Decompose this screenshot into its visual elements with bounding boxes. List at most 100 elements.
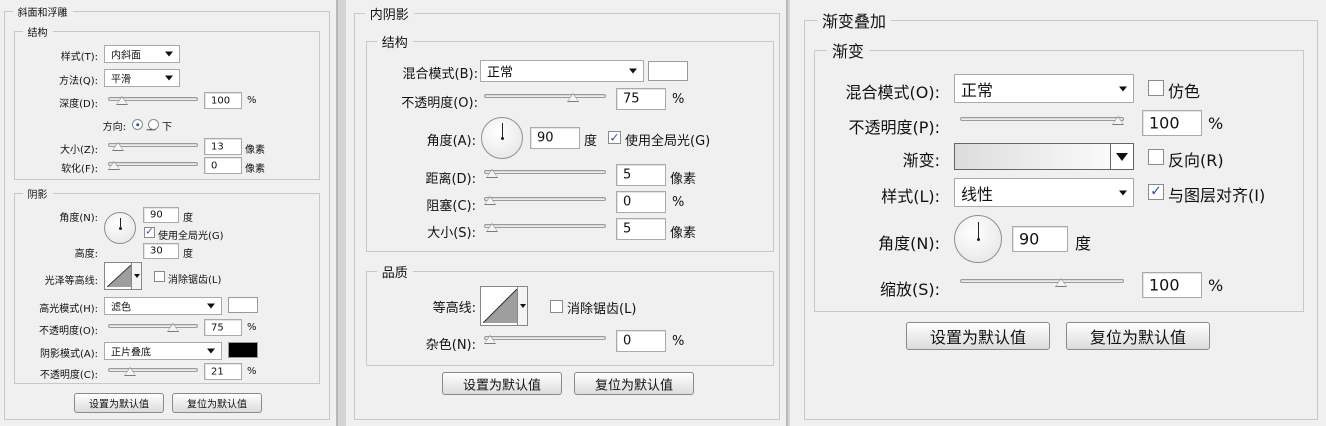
chevron-down-icon — [165, 51, 173, 57]
highlight-mode-select[interactable]: 滤色 — [104, 297, 222, 315]
is-contour-picker[interactable] — [480, 286, 528, 326]
is-distance-label: 距离(D): — [425, 172, 476, 187]
direction-down-label: 下 — [162, 122, 172, 133]
reverse-checkbox[interactable] — [1148, 149, 1164, 165]
shadow-opacity-value: 21 — [211, 366, 224, 377]
depth-unit: % — [247, 95, 257, 106]
contour-curve-icon — [483, 289, 517, 323]
is-make-default-button[interactable]: 设置为默认值 — [442, 372, 562, 395]
reverse-label: 反向(R) — [1168, 151, 1224, 170]
is-opacity-slider[interactable] — [484, 94, 606, 98]
gradient-overlay-panel: 渐变叠加 渐变 混合模式(O): 正常 仿色 不透明度(P): 100 % 渐变… — [790, 0, 1326, 426]
go-style-select[interactable]: 线性 — [954, 178, 1134, 207]
chevron-down-icon — [207, 348, 215, 354]
gloss-contour-picker[interactable] — [104, 262, 142, 290]
highlight-opacity-unit: % — [247, 322, 257, 333]
checkmark-icon: ✓ — [1150, 183, 1162, 200]
is-quality-legend: 品质 — [381, 266, 408, 281]
is-reset-default-button[interactable]: 复位为默认值 — [574, 372, 694, 395]
shadow-color-swatch[interactable] — [228, 342, 258, 358]
is-distance-unit: 像素 — [670, 172, 697, 187]
scale-label: 缩放(S): — [879, 280, 940, 299]
depth-input[interactable]: 100 — [204, 92, 242, 109]
dither-checkbox[interactable] — [1148, 80, 1164, 96]
go-opacity-slider[interactable] — [960, 117, 1124, 121]
soften-input[interactable]: 0 — [204, 157, 242, 174]
is-opacity-label: 不透明度(O): — [401, 96, 478, 111]
reset-default-button[interactable]: 复位为默认值 — [172, 393, 262, 413]
gradient-legend: 渐变 — [832, 42, 865, 61]
is-global-light-label: 使用全局光(G) — [625, 134, 711, 149]
checkmark-icon: ✓ — [145, 226, 154, 237]
go-reset-default-button[interactable]: 复位为默认值 — [1066, 322, 1210, 350]
style-select[interactable]: 内斜面 — [104, 45, 180, 63]
shading-antialias-checkbox[interactable] — [154, 271, 165, 282]
is-size-slider[interactable] — [484, 224, 606, 228]
is-noise-input[interactable]: 0 — [616, 330, 666, 352]
shadow-mode-select[interactable]: 正片叠底 — [104, 342, 222, 360]
go-angle-unit: 度 — [1075, 234, 1092, 253]
shadow-opacity-slider[interactable] — [108, 368, 198, 372]
global-light-checkbox[interactable]: ✓ — [144, 227, 155, 238]
chevron-down-icon — [165, 75, 173, 81]
angle-dial[interactable] — [104, 212, 136, 244]
scale-slider[interactable] — [960, 279, 1124, 283]
is-noise-value: 0 — [623, 333, 632, 349]
is-blend-value: 正常 — [487, 65, 514, 81]
gradient-overlay-title: 渐变叠加 — [822, 12, 887, 31]
go-make-default-label: 设置为默认值 — [929, 328, 1026, 347]
go-blend-select[interactable]: 正常 — [954, 74, 1134, 103]
scale-value: 100 — [1149, 275, 1180, 295]
gradient-picker[interactable] — [954, 143, 1134, 170]
chevron-down-icon — [1119, 190, 1127, 195]
is-opacity-unit: % — [672, 92, 685, 107]
is-noise-slider[interactable] — [484, 336, 606, 340]
is-distance-input[interactable]: 5 — [616, 164, 666, 186]
is-color-swatch[interactable] — [648, 61, 688, 81]
is-blend-select[interactable]: 正常 — [480, 60, 644, 82]
chevron-down-icon — [1110, 144, 1133, 169]
is-angle-dial[interactable] — [481, 117, 523, 159]
highlight-opacity-slider[interactable] — [108, 324, 198, 328]
highlight-opacity-input[interactable]: 75 — [204, 319, 242, 336]
direction-up-radio[interactable] — [132, 119, 143, 130]
shading-angle-input[interactable]: 90 — [143, 207, 179, 223]
align-layer-checkbox[interactable]: ✓ — [1148, 184, 1164, 200]
go-angle-input[interactable]: 90 — [1012, 226, 1068, 252]
highlight-color-swatch[interactable] — [228, 297, 258, 313]
is-choke-input[interactable]: 0 — [616, 191, 666, 213]
soften-slider[interactable] — [108, 162, 198, 166]
altitude-input[interactable]: 30 — [143, 243, 179, 259]
is-angle-input[interactable]: 90 — [530, 127, 580, 149]
scale-input[interactable]: 100 — [1142, 272, 1202, 298]
is-distance-slider[interactable] — [484, 170, 606, 174]
size-input[interactable]: 13 — [204, 138, 242, 155]
direction-down-radio[interactable] — [148, 119, 159, 130]
altitude-unit: 度 — [183, 249, 193, 260]
is-antialias-label: 消除锯齿(L) — [567, 302, 637, 317]
chevron-down-icon — [629, 68, 637, 74]
go-opacity-input[interactable]: 100 — [1142, 110, 1202, 136]
go-make-default-button[interactable]: 设置为默认值 — [906, 322, 1050, 350]
is-antialias-checkbox[interactable] — [550, 300, 563, 313]
is-choke-slider[interactable] — [484, 197, 606, 201]
is-opacity-input[interactable]: 75 — [616, 88, 666, 110]
is-noise-unit: % — [672, 334, 685, 349]
bevel-emboss-panel: 斜面和浮雕 结构 样式(T): 内斜面 方法(Q): 平滑 深度(D): 100… — [0, 0, 338, 426]
make-default-button[interactable]: 设置为默认值 — [74, 393, 164, 413]
soften-value: 0 — [211, 160, 218, 171]
highlight-opacity-label: 不透明度(O): — [38, 326, 98, 337]
chevron-down-icon — [1119, 86, 1127, 91]
is-noise-label: 杂色(N): — [425, 338, 476, 353]
is-choke-value: 0 — [623, 194, 632, 210]
go-angle-dial[interactable] — [954, 215, 1002, 263]
highlight-opacity-value: 75 — [211, 322, 224, 333]
shadow-opacity-input[interactable]: 21 — [204, 363, 242, 380]
technique-select[interactable]: 平滑 — [104, 69, 180, 87]
is-size-input[interactable]: 5 — [616, 218, 666, 240]
global-light-label: 使用全局光(G) — [158, 231, 224, 242]
highlight-mode-label: 高光模式(H): — [39, 304, 98, 315]
is-global-light-checkbox[interactable]: ✓ — [608, 131, 621, 144]
technique-label: 方法(Q): — [58, 76, 98, 87]
gloss-contour-label: 光泽等高线: — [44, 276, 98, 287]
